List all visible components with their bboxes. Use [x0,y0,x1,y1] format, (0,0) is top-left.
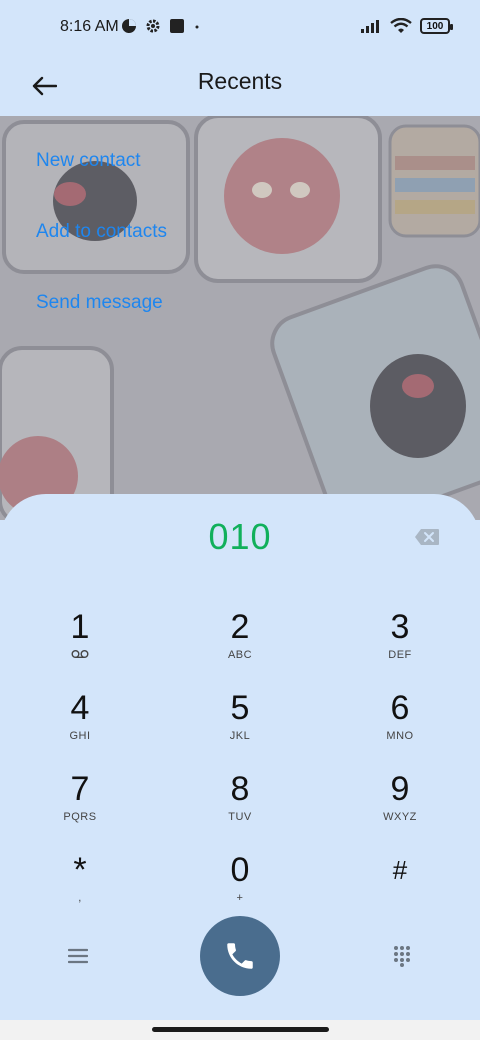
home-gesture-handle[interactable] [152,1027,329,1032]
add-to-contacts-link[interactable]: Add to contacts [36,221,167,243]
key-digit: 6 [390,689,410,727]
key-5[interactable]: 5 JKL [180,689,300,761]
wifi-icon [390,18,412,33]
new-contact-link[interactable]: New contact [36,150,141,172]
key-letters: MNO [386,730,414,742]
dialpad-grid-icon [394,946,410,967]
key-digit: 5 [230,689,250,727]
key-digit: 8 [230,770,250,808]
settings-icon [146,19,160,33]
key-letters: , [78,892,82,904]
square-notification-icon [170,19,184,33]
key-1[interactable]: 1 [20,608,140,680]
key-letters: JKL [229,730,251,742]
key-digit: 3 [390,608,410,646]
page-title: Recents [197,68,283,94]
key-3[interactable]: 3 DEF [340,608,460,680]
key-9[interactable]: 9 WXYZ [340,770,460,842]
status-bar: 8:16 AM 100 [0,0,480,56]
key-6[interactable]: 6 MNO [340,689,460,761]
key-hash[interactable]: # [340,851,460,923]
menu-icon [68,948,88,964]
backspace-icon [415,529,439,545]
key-digit: 0 [230,851,250,889]
key-letters: GHI [69,730,91,742]
key-digit: # [392,855,408,885]
status-left-icons [121,18,201,34]
battery-level: 100 [426,20,444,32]
dialed-number: 010 [208,516,272,557]
menu-button[interactable] [58,936,98,976]
backspace-button[interactable] [414,528,440,546]
key-letters: PQRS [63,811,97,823]
key-4[interactable]: 4 GHI [20,689,140,761]
phone-icon [227,943,253,969]
key-digit: * [73,851,87,889]
call-button[interactable] [200,916,280,996]
key-letters: TUV [228,811,252,823]
voicemail-icon [20,649,140,663]
key-letters: + [236,892,244,904]
status-time: 8:16 AM [60,18,119,35]
send-message-link[interactable]: Send message [36,292,163,314]
key-digit: 9 [390,770,410,808]
key-8[interactable]: 8 TUV [180,770,300,842]
keypad-toggle-button[interactable] [382,936,422,976]
data-saver-icon [122,19,136,33]
key-digit: 1 [70,608,90,646]
key-digit: 2 [230,608,250,646]
key-letters [340,892,460,906]
status-right-icons: 100 [360,18,453,34]
key-digit: 7 [70,770,90,808]
key-letters: DEF [388,649,412,661]
key-letters: ABC [227,649,253,661]
signal-icon [361,20,379,33]
key-star[interactable]: * , [20,851,140,923]
key-digit: 4 [70,689,90,727]
dialpad-panel: 010 1 2 ABC 3 DEF 4 GHI 5 JKL 6 MNO 7 PQ… [0,494,480,1020]
key-0[interactable]: 0 + [180,851,300,923]
dot-icon [195,25,199,29]
wallpaper-background: New contact Add to contacts Send message [0,116,480,520]
key-7[interactable]: 7 PQRS [20,770,140,842]
key-2[interactable]: 2 ABC [180,608,300,680]
wallpaper-illustration [0,116,480,520]
key-letters: WXYZ [383,811,417,823]
battery-icon: 100 [420,18,453,34]
system-nav-bar [0,1020,480,1040]
app-bar: Recents [0,56,480,116]
